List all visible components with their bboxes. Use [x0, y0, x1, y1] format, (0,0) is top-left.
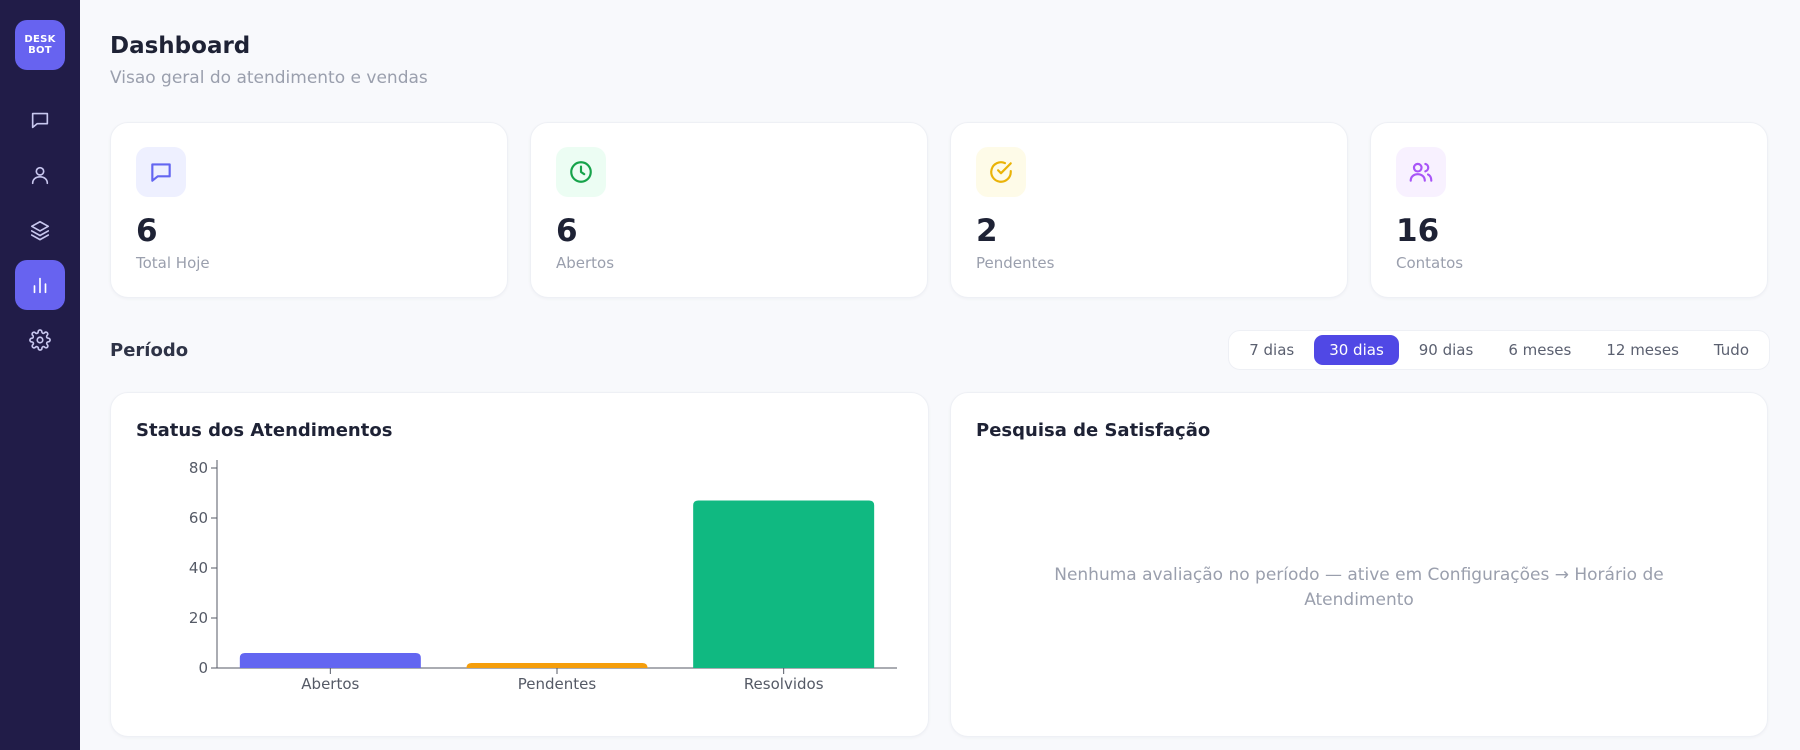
status-bar-chart: 0 20 40 60 80 Abertos Pendentes Resolvidos — [189, 459, 897, 693]
period-option-0[interactable]: 7 dias — [1234, 335, 1309, 365]
stat-card-abertos: 6 Abertos — [530, 122, 928, 298]
nav-item-reports[interactable] — [15, 260, 65, 310]
logo-text-line1: DESK — [24, 34, 56, 45]
stat-card-pendentes: 2 Pendentes — [950, 122, 1348, 298]
chat-icon — [151, 163, 171, 182]
period-option-1[interactable]: 30 dias — [1314, 335, 1399, 365]
stat-icon-wrap — [1396, 147, 1446, 197]
satisfaction-empty-message: Nenhuma avaliação no período — ative em … — [1054, 565, 1664, 610]
nav-item-settings[interactable] — [15, 315, 65, 365]
y-tick-label: 0 — [198, 659, 208, 677]
x-tick-label: Pendentes — [518, 675, 597, 693]
sidebar: DESK BOT — [0, 0, 80, 750]
stat-value: 6 — [136, 213, 158, 249]
period-selector: 7 dias 30 dias 90 dias 6 meses 12 meses Tudo — [1228, 330, 1770, 370]
stat-icon-wrap — [136, 147, 186, 197]
period-option-4[interactable]: 12 meses — [1591, 335, 1694, 365]
nav-item-contacts[interactable] — [15, 150, 65, 200]
stat-label: Contatos — [1396, 254, 1464, 272]
users-icon — [1409, 162, 1433, 182]
x-tick-label: Abertos — [301, 675, 359, 693]
layers-icon — [30, 220, 50, 241]
bar-pendentes — [466, 663, 648, 668]
stat-label: Abertos — [556, 254, 615, 272]
gear-icon — [29, 329, 51, 351]
status-panel: Status dos Atendimentos 0 20 40 60 80 Abertos… — [110, 392, 929, 737]
satisfaction-panel: Pesquisa de Satisfação Nenhuma avaliação… — [950, 392, 1768, 737]
bar-resolvidos — [693, 500, 875, 668]
nav-item-layers[interactable] — [15, 205, 65, 255]
y-tick-label: 60 — [189, 509, 208, 527]
stat-value: 2 — [976, 213, 998, 249]
nav-item-chats[interactable] — [15, 95, 65, 145]
stat-card-contatos: 16 Contatos — [1370, 122, 1768, 298]
user-icon — [31, 166, 49, 185]
logo-text-line2: BOT — [28, 45, 52, 56]
bar-abertos — [239, 653, 421, 668]
period-option-3[interactable]: 6 meses — [1493, 335, 1586, 365]
y-tick-label: 80 — [189, 459, 208, 477]
satisfaction-panel-title: Pesquisa de Satisfação — [976, 420, 1211, 441]
stat-label: Total Hoje — [136, 254, 210, 272]
page-title: Dashboard — [110, 33, 251, 59]
y-tick-label: 40 — [189, 559, 208, 577]
stat-value: 16 — [1396, 213, 1440, 249]
stat-value: 6 — [556, 213, 578, 249]
stat-label: Pendentes — [976, 254, 1055, 272]
stat-card-total-hoje: 6 Total Hoje — [110, 122, 508, 298]
clock-icon — [570, 161, 592, 183]
page-subtitle: Visao geral do atendimento e vendas — [110, 68, 428, 88]
period-option-2[interactable]: 90 dias — [1404, 335, 1489, 365]
app-logo[interactable]: DESK BOT — [15, 20, 65, 70]
stat-icon-wrap — [976, 147, 1026, 197]
bar-chart-icon — [33, 277, 47, 294]
chat-icon — [31, 112, 49, 129]
period-label: Período — [110, 340, 189, 361]
check-circle-icon — [990, 161, 1012, 183]
y-tick-label: 20 — [189, 609, 208, 627]
stat-icon-wrap — [556, 147, 606, 197]
x-tick-label: Resolvidos — [744, 675, 824, 693]
period-option-5[interactable]: Tudo — [1699, 335, 1764, 365]
